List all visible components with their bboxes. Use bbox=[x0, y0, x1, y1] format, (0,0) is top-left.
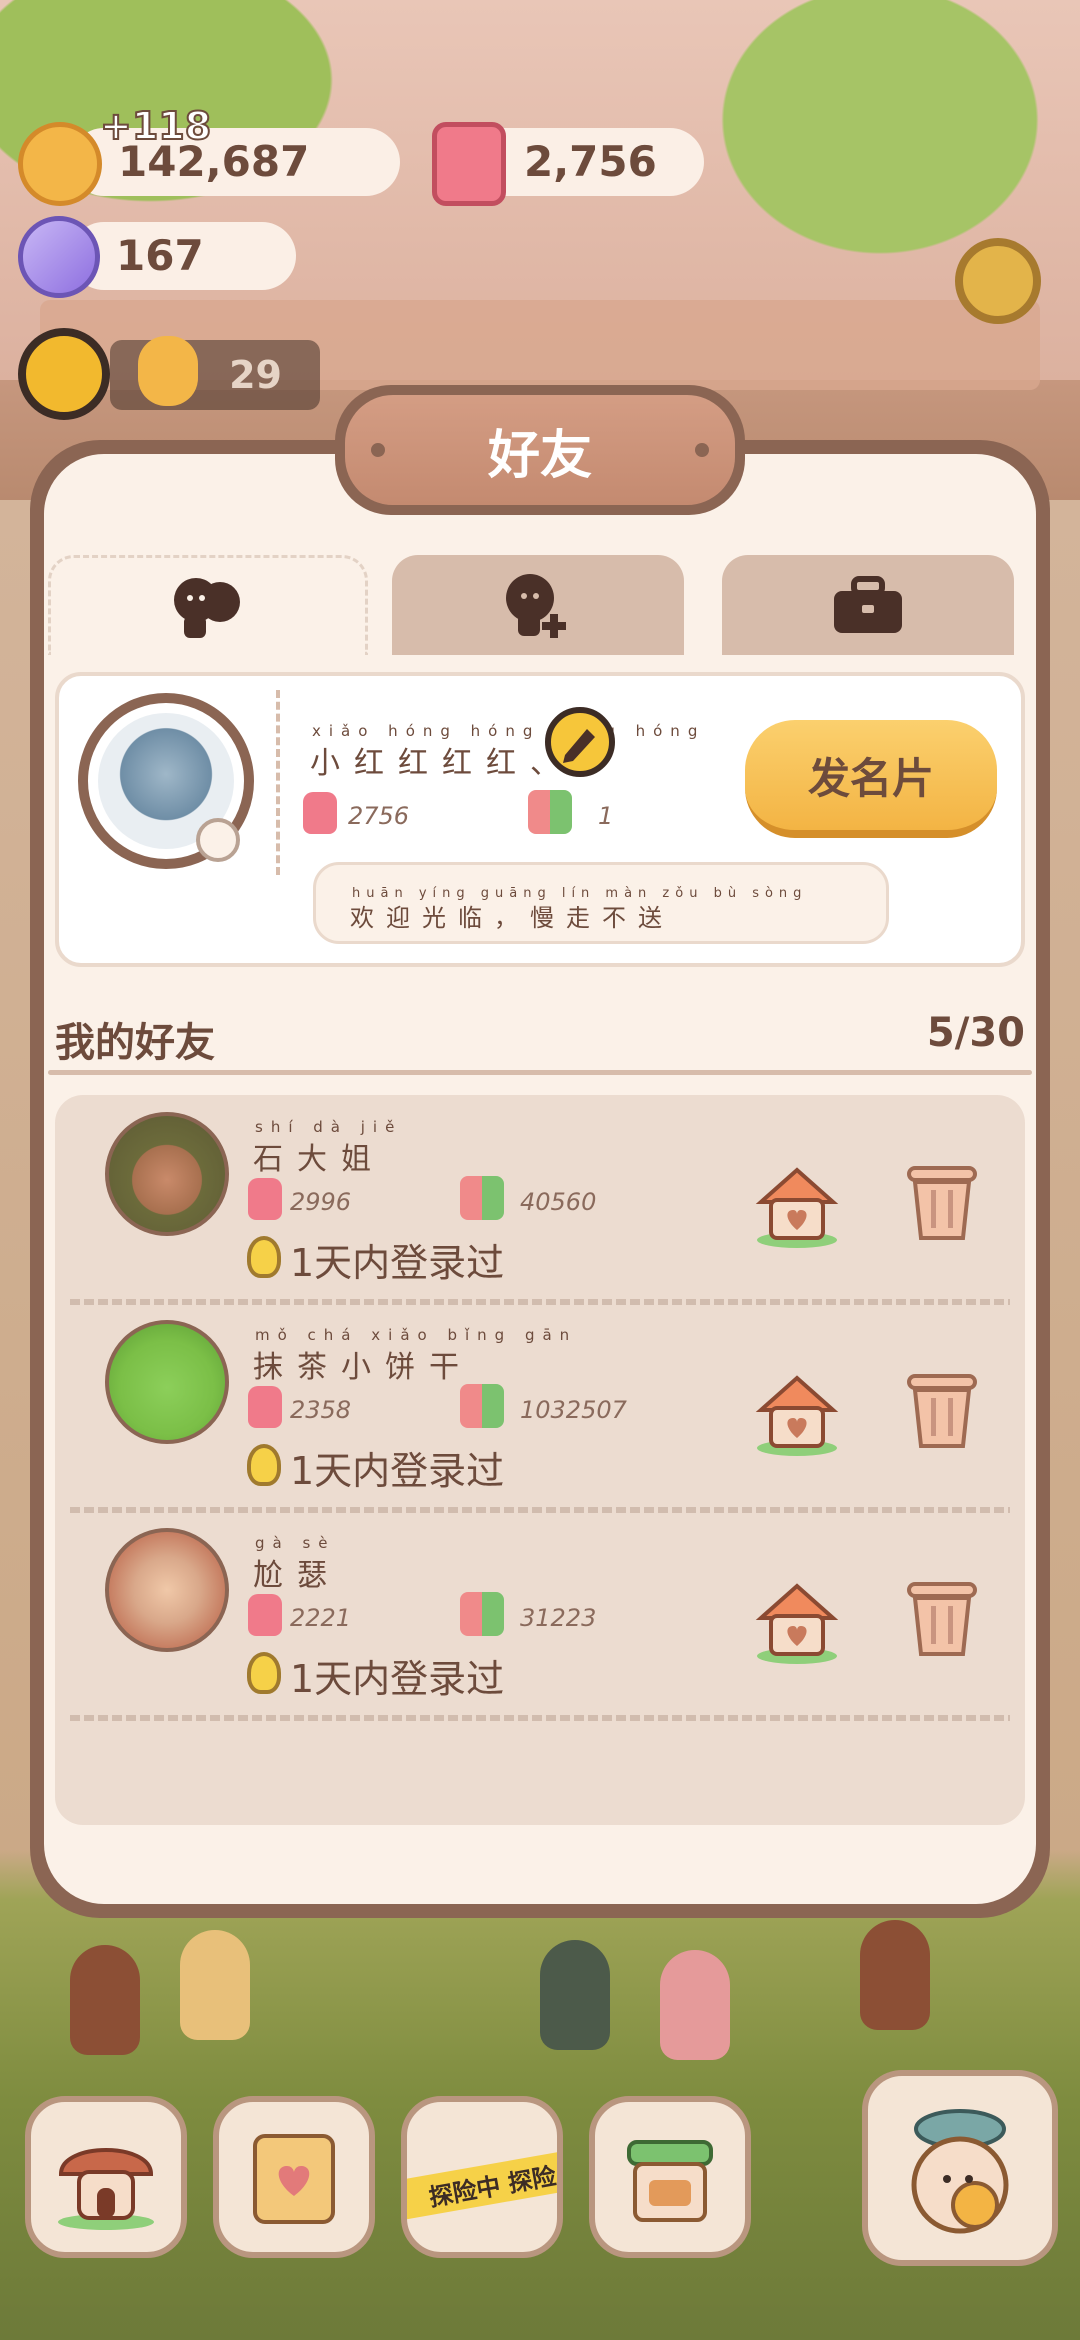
friend-name: 石大姐 bbox=[253, 1142, 385, 1177]
villager-character bbox=[660, 1950, 730, 2060]
my-friends-title: 我的好友 bbox=[55, 1020, 215, 1066]
tab-bag[interactable] bbox=[722, 555, 1014, 655]
edit-pen-icon[interactable] bbox=[545, 707, 615, 777]
visit-house-icon[interactable] bbox=[755, 1578, 839, 1664]
panel-title-plate: 好友 bbox=[335, 385, 745, 515]
send-card-label: 发名片 bbox=[807, 753, 934, 803]
lightbulb-icon bbox=[247, 1652, 281, 1694]
nav-shop-button[interactable] bbox=[589, 2096, 751, 2258]
friends-icon bbox=[174, 577, 240, 638]
briefcase-icon bbox=[834, 576, 902, 633]
nav-home-button[interactable] bbox=[25, 2096, 187, 2258]
friend-avatar[interactable] bbox=[105, 1528, 229, 1652]
villager-character bbox=[540, 1940, 610, 2050]
visit-house-icon[interactable] bbox=[755, 1162, 839, 1248]
friend-row: shí dà jiě 石大姐 2996 40560 1天内登录过 bbox=[55, 1100, 1025, 1308]
cookie-coin-icon bbox=[18, 122, 102, 206]
send-card-button[interactable]: 发名片 bbox=[745, 720, 997, 838]
tab-add-friend[interactable] bbox=[392, 555, 684, 655]
friend-status: 1天内登录过 bbox=[290, 1241, 505, 1285]
villager-character bbox=[180, 1930, 250, 2040]
profile-gifts: 1 bbox=[598, 802, 614, 830]
gift-icon bbox=[528, 790, 572, 834]
coin-gain-label: +118 bbox=[99, 103, 212, 149]
gift-icon bbox=[460, 1384, 504, 1428]
lightbulb-icon bbox=[247, 1444, 281, 1486]
villager-character bbox=[70, 1945, 140, 2055]
gift-icon bbox=[460, 1592, 504, 1636]
friend-name: 尬瑟 bbox=[253, 1558, 341, 1593]
add-friend-icon bbox=[506, 574, 566, 638]
friend-candles: 2358 bbox=[290, 1396, 352, 1424]
villager-character bbox=[860, 1920, 930, 2030]
lightbulb-icon bbox=[247, 1236, 281, 1278]
bio-text: 欢迎光临，慢走不送 bbox=[350, 904, 674, 932]
profile-candles: 2756 bbox=[348, 802, 410, 830]
gem-icon bbox=[18, 216, 100, 298]
friend-candles: 2221 bbox=[290, 1604, 352, 1632]
delete-trash-icon[interactable] bbox=[905, 1370, 979, 1450]
gem-value: 167 bbox=[116, 231, 204, 280]
section-divider bbox=[48, 1070, 1032, 1075]
friend-candles: 2996 bbox=[290, 1188, 352, 1216]
row-divider bbox=[70, 1507, 1010, 1513]
friend-row: mǒ chá xiǎo bǐng gān 抹茶小饼干 2358 1032507 … bbox=[55, 1308, 1025, 1516]
candle-icon bbox=[248, 1178, 282, 1220]
friend-gifts: 40560 bbox=[520, 1188, 597, 1216]
card-divider bbox=[276, 690, 280, 875]
notebook-icon bbox=[253, 2134, 335, 2224]
gem-counter[interactable]: 167 bbox=[70, 222, 296, 290]
settings-gear-icon[interactable] bbox=[955, 238, 1041, 324]
friends-count: 5/30 bbox=[926, 1010, 1025, 1056]
candle-icon bbox=[432, 122, 506, 206]
friend-name: 抹茶小饼干 bbox=[253, 1350, 473, 1385]
cookie-character-icon bbox=[138, 336, 198, 406]
friend-status: 1天内登录过 bbox=[290, 1449, 505, 1493]
mushroom-house-icon bbox=[58, 2148, 154, 2230]
fish-alarm-clock-icon bbox=[911, 2109, 1009, 2234]
friend-gifts: 31223 bbox=[520, 1604, 597, 1632]
plate-rivet bbox=[695, 443, 709, 457]
tab-friends[interactable] bbox=[48, 555, 368, 655]
nav-expedition-button[interactable]: 探险中 探险 bbox=[401, 2096, 563, 2258]
profile-name: 小红红红红、 bbox=[310, 746, 574, 781]
avatar-settings-icon[interactable] bbox=[196, 818, 240, 862]
friend-status: 1天内登录过 bbox=[290, 1657, 505, 1701]
delete-trash-icon[interactable] bbox=[905, 1578, 979, 1658]
plate-rivet bbox=[371, 443, 385, 457]
friend-row: gà sè 尬瑟 2221 31223 1天内登录过 bbox=[55, 1516, 1025, 1724]
level-value: 29 bbox=[229, 353, 282, 397]
candle-icon bbox=[248, 1594, 282, 1636]
nav-fish-clock-button[interactable] bbox=[862, 2070, 1058, 2266]
delete-trash-icon[interactable] bbox=[905, 1162, 979, 1242]
nav-notebook-button[interactable] bbox=[213, 2096, 375, 2258]
row-divider bbox=[70, 1715, 1010, 1721]
candle-value: 2,756 bbox=[524, 137, 657, 186]
friend-gifts: 1032507 bbox=[520, 1396, 627, 1424]
candle-icon bbox=[303, 792, 337, 834]
friend-avatar[interactable] bbox=[105, 1112, 229, 1236]
visit-house-icon[interactable] bbox=[755, 1370, 839, 1456]
sun-event-icon[interactable] bbox=[18, 328, 110, 420]
expedition-label: 探险中 探险 bbox=[407, 2146, 557, 2222]
friend-avatar[interactable] bbox=[105, 1320, 229, 1444]
gift-icon bbox=[460, 1176, 504, 1220]
row-divider bbox=[70, 1299, 1010, 1305]
candle-icon bbox=[248, 1386, 282, 1428]
shop-stall-icon bbox=[627, 2140, 713, 2222]
panel-title: 好友 bbox=[487, 425, 592, 486]
friends-list: shí dà jiě 石大姐 2996 40560 1天内登录过 mǒ chá … bbox=[55, 1095, 1025, 1825]
